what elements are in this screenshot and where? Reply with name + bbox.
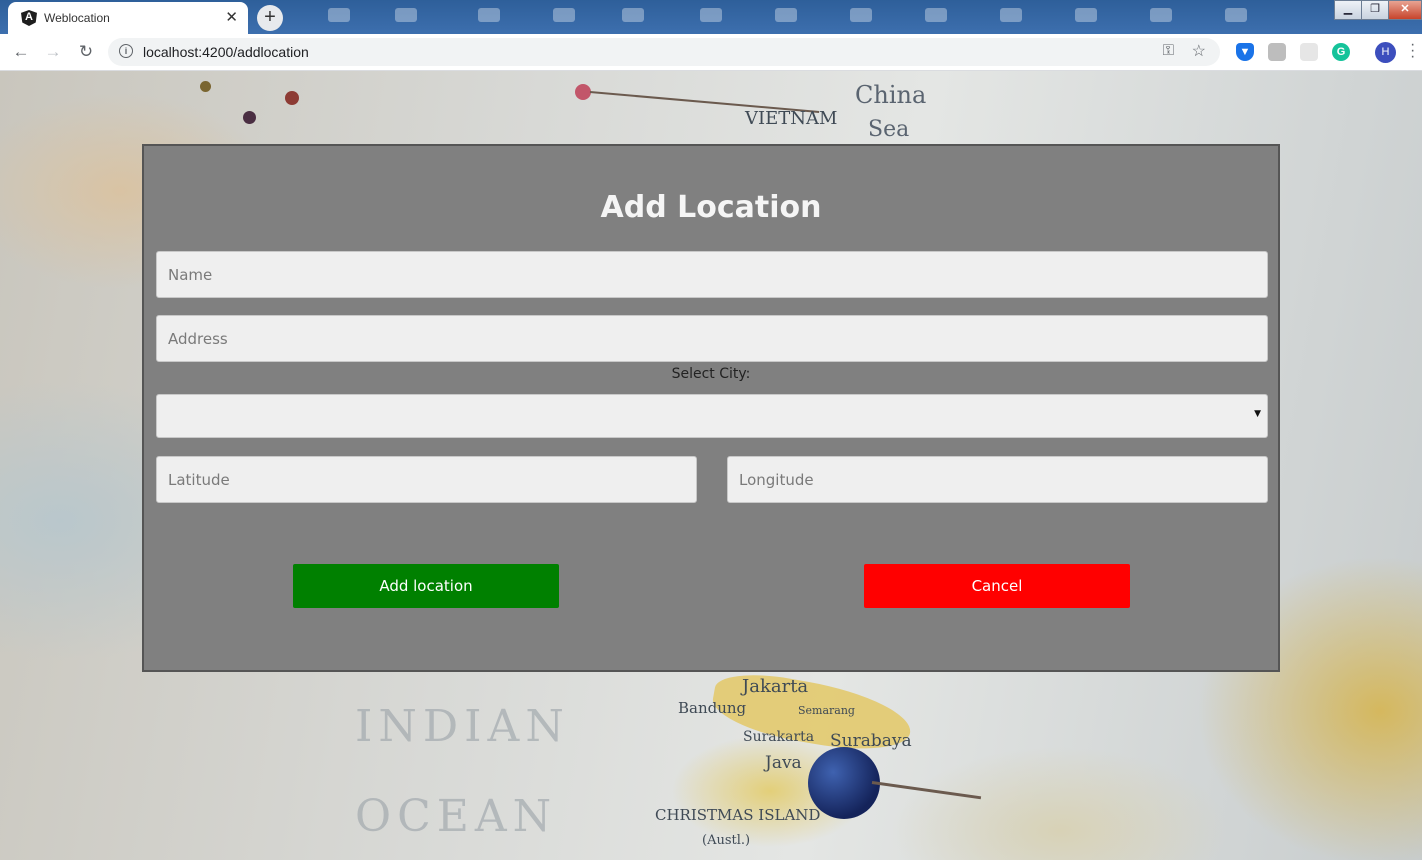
map-label: Java bbox=[765, 753, 802, 773]
taskbar-decoration bbox=[395, 8, 417, 22]
map-pin bbox=[285, 91, 299, 105]
latitude-input[interactable] bbox=[156, 456, 697, 503]
map-pin bbox=[575, 84, 591, 100]
close-window-button[interactable]: ✕ bbox=[1388, 0, 1422, 20]
taskbar-decoration bbox=[1150, 8, 1172, 22]
taskbar-decoration bbox=[850, 8, 872, 22]
map-label: VIETNAM bbox=[745, 108, 838, 129]
map-label: China bbox=[855, 81, 927, 109]
map-label: Bandung bbox=[678, 699, 747, 717]
map-label: Jakarta bbox=[742, 676, 809, 697]
back-arrow-icon[interactable]: ← bbox=[10, 41, 32, 63]
map-pin bbox=[200, 81, 211, 92]
map-label: (Austl.) bbox=[702, 833, 751, 848]
address-input[interactable] bbox=[156, 315, 1268, 362]
add-location-button[interactable]: Add location bbox=[293, 564, 559, 608]
grammarly-icon[interactable]: G bbox=[1332, 43, 1350, 61]
browser-tab[interactable]: A Weblocation ✕ bbox=[8, 2, 248, 34]
bookmark-star-icon[interactable]: ☆ bbox=[1192, 41, 1206, 61]
taskbar-decoration bbox=[478, 8, 500, 22]
taskbar-decoration bbox=[700, 8, 722, 22]
info-icon[interactable]: i bbox=[119, 44, 133, 58]
name-input[interactable] bbox=[156, 251, 1268, 298]
longitude-input[interactable] bbox=[727, 456, 1268, 503]
reload-icon[interactable]: ↻ bbox=[75, 41, 97, 63]
taskbar-decoration bbox=[1000, 8, 1022, 22]
forward-arrow-icon[interactable]: → bbox=[42, 41, 64, 63]
browser-tab-bar: A Weblocation ✕ + ▁ ❐ ✕ bbox=[0, 0, 1422, 34]
extension-icon[interactable] bbox=[1268, 43, 1286, 61]
map-label: Semarang bbox=[798, 704, 855, 717]
more-menu-icon[interactable]: · · · bbox=[1410, 37, 1415, 65]
pin-needle bbox=[871, 781, 982, 800]
add-location-panel: Add Location Select City: ▼ Add location… bbox=[142, 144, 1280, 672]
restore-window-button[interactable]: ❐ bbox=[1361, 0, 1389, 20]
map-pin bbox=[243, 111, 256, 124]
taskbar-decoration bbox=[1225, 8, 1247, 22]
city-select[interactable]: ▼ bbox=[156, 394, 1268, 438]
close-tab-icon[interactable]: ✕ bbox=[225, 8, 238, 26]
taskbar-decoration bbox=[622, 8, 644, 22]
new-tab-button[interactable]: + bbox=[257, 5, 283, 31]
map-pin bbox=[808, 747, 880, 819]
angular-icon: A bbox=[21, 10, 37, 26]
page-title: Add Location bbox=[600, 190, 822, 225]
minimize-window-button[interactable]: ▁ bbox=[1334, 0, 1362, 20]
cancel-button[interactable]: Cancel bbox=[864, 564, 1130, 608]
tab-title: Weblocation bbox=[44, 11, 110, 25]
dropdown-arrow-icon[interactable]: ▼ bbox=[1254, 409, 1261, 419]
taskbar-decoration bbox=[1075, 8, 1097, 22]
map-label: OCEAN bbox=[355, 791, 558, 842]
map-label: Surakarta bbox=[743, 729, 815, 745]
city-label: Select City: bbox=[671, 366, 751, 382]
url-text[interactable]: localhost:4200/addlocation bbox=[143, 44, 309, 60]
extension-grid-icon[interactable] bbox=[1300, 43, 1318, 61]
taskbar-decoration bbox=[328, 8, 350, 22]
map-label: INDIAN bbox=[355, 701, 570, 752]
taskbar-decoration bbox=[925, 8, 947, 22]
address-bar[interactable]: i localhost:4200/addlocation ⚿ ☆ bbox=[108, 38, 1220, 66]
map-label: CHRISTMAS ISLAND bbox=[655, 806, 821, 824]
shield-extension-icon[interactable]: ▼ bbox=[1236, 43, 1254, 61]
key-icon[interactable]: ⚿ bbox=[1163, 42, 1174, 59]
browser-toolbar: ← → ↻ i localhost:4200/addlocation ⚿ ☆ ▼… bbox=[0, 34, 1422, 71]
taskbar-decoration bbox=[775, 8, 797, 22]
profile-avatar[interactable]: H bbox=[1375, 42, 1396, 63]
taskbar-decoration bbox=[553, 8, 575, 22]
map-label: Sea bbox=[868, 117, 910, 142]
